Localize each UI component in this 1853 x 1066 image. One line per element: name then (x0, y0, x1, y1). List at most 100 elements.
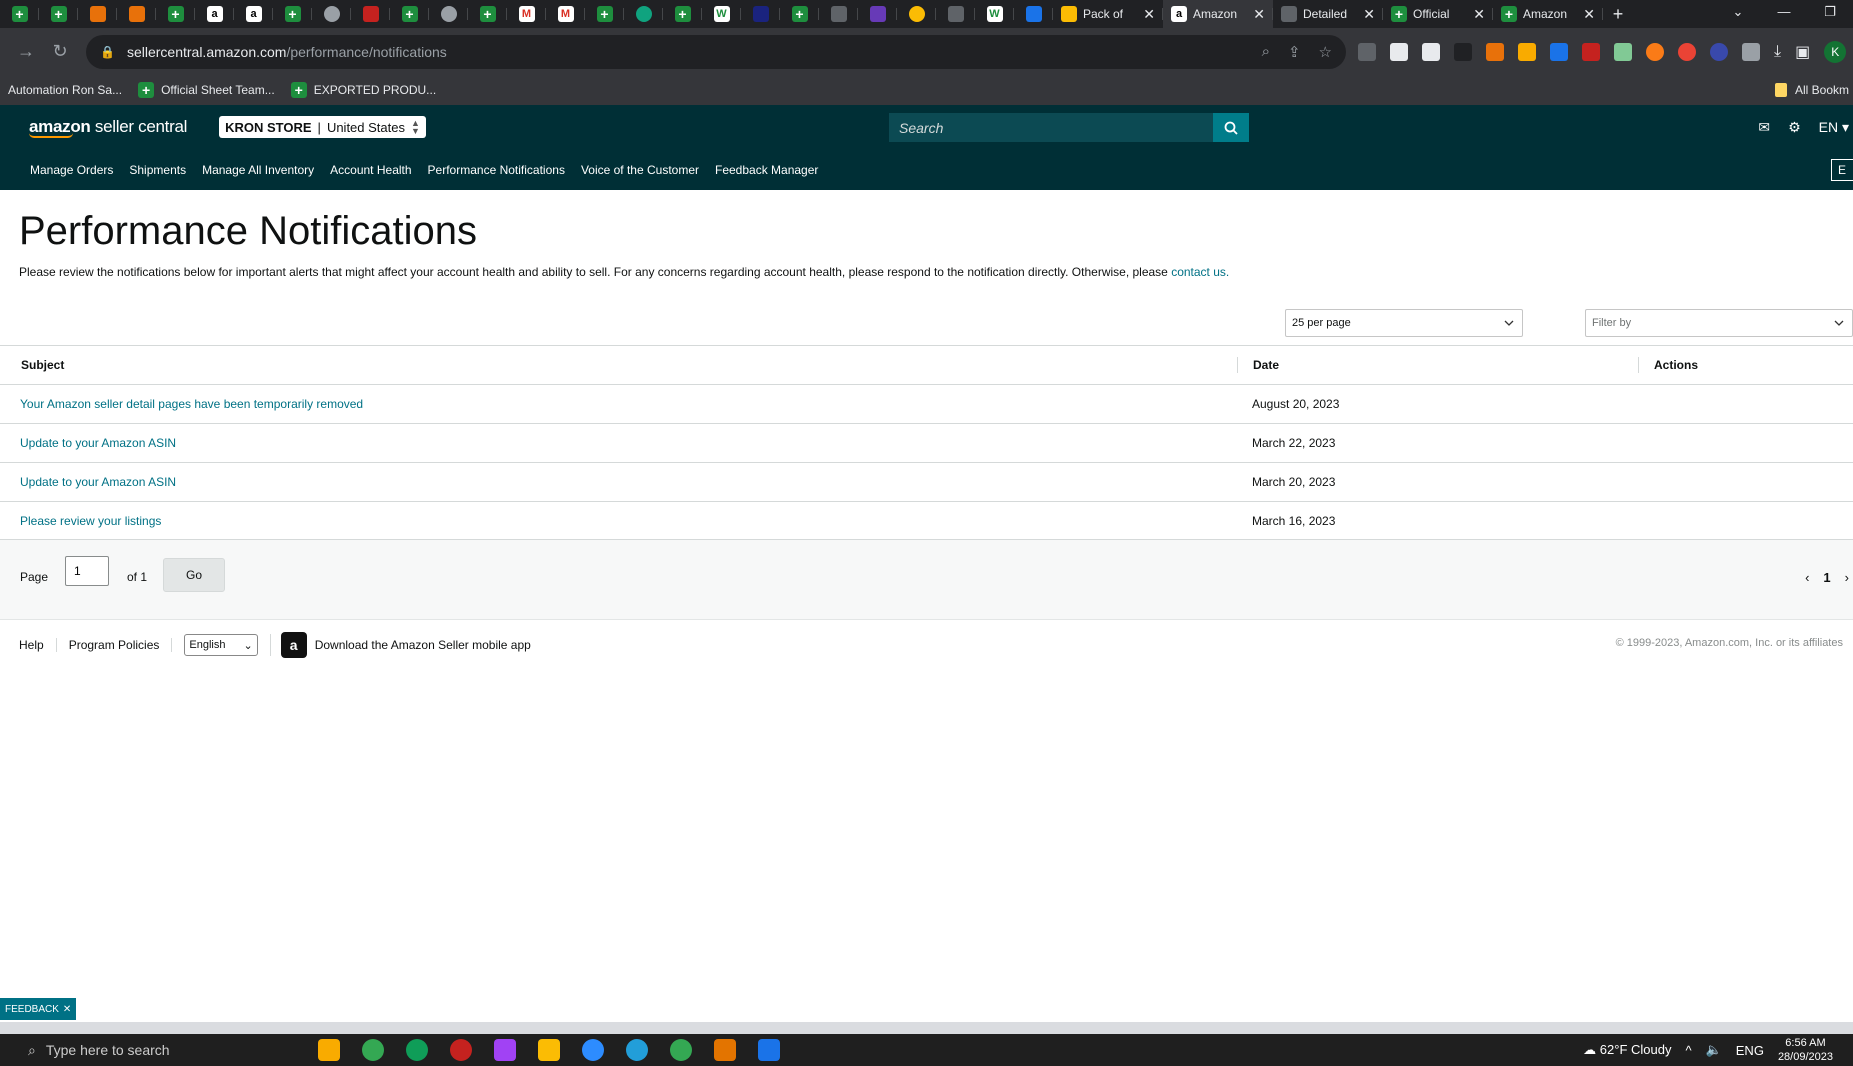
pinned-tab[interactable] (936, 0, 975, 28)
close-icon[interactable]: ✕ (63, 1004, 71, 1015)
extension-icon[interactable] (1678, 42, 1696, 61)
search-input[interactable] (889, 113, 1213, 142)
pinned-tab[interactable] (780, 0, 819, 28)
nav-performance-notifications[interactable]: Performance Notifications (428, 163, 565, 177)
contact-us-link[interactable]: contact us. (1171, 265, 1229, 279)
app-icon[interactable] (450, 1039, 472, 1061)
download-app-link[interactable]: Download the Amazon Seller mobile app (315, 638, 531, 652)
reload-icon[interactable]: ↻ (46, 41, 74, 62)
restore-icon[interactable]: ❐ (1807, 0, 1853, 28)
pinned-tab[interactable]: a (234, 0, 273, 28)
pinned-tab[interactable] (390, 0, 429, 28)
pinned-tab[interactable] (819, 0, 858, 28)
download-icon[interactable]: ⤓ (1774, 43, 1781, 61)
page-number-input[interactable] (65, 556, 109, 586)
nav-shipments[interactable]: Shipments (129, 163, 186, 177)
pinned-tab[interactable] (351, 0, 390, 28)
extension-js-icon[interactable] (1486, 42, 1504, 61)
bookmark-item[interactable]: EXPORTED PRODU... (290, 82, 436, 98)
extension-off-icon[interactable] (1358, 42, 1376, 61)
minimize-icon[interactable]: — (1761, 0, 1807, 28)
share-icon[interactable]: ⇪ (1288, 43, 1301, 61)
calculator-icon[interactable] (758, 1039, 780, 1061)
telegram-icon[interactable] (626, 1039, 648, 1061)
pinned-tab[interactable] (39, 0, 78, 28)
browser-tab[interactable]: Pack of ✕ (1053, 0, 1163, 28)
puzzle-icon[interactable] (1742, 42, 1760, 61)
pinned-tab[interactable] (663, 0, 702, 28)
app-icon[interactable] (494, 1039, 516, 1061)
pinned-tab[interactable] (0, 0, 39, 28)
chrome-icon[interactable] (670, 1039, 692, 1061)
lock-icon[interactable]: 🔒 (100, 45, 115, 59)
extension-icon[interactable] (1390, 42, 1408, 61)
browser-tab[interactable]: Detailed ✕ (1273, 0, 1383, 28)
extension-icon[interactable] (1614, 42, 1632, 61)
pinned-tab[interactable] (624, 0, 663, 28)
clock[interactable]: 6:56 AM 28/09/2023 (1778, 1036, 1833, 1064)
app-icon[interactable] (714, 1039, 736, 1061)
bookmark-item[interactable]: Automation Ron Sa... (8, 83, 122, 97)
search-button[interactable] (1213, 113, 1249, 142)
pinned-tab[interactable]: M (507, 0, 546, 28)
program-policies-link[interactable]: Program Policies (69, 638, 173, 652)
extension-icon[interactable] (1550, 42, 1568, 61)
profile-avatar[interactable]: K (1824, 40, 1847, 63)
bookmark-item[interactable]: Official Sheet Team... (138, 82, 275, 98)
close-icon[interactable]: ✕ (1363, 6, 1375, 23)
forward-icon[interactable]: → (12, 41, 40, 62)
nav-voice-of-the-customer[interactable]: Voice of the Customer (581, 163, 699, 177)
file-explorer-icon[interactable] (318, 1039, 340, 1061)
edit-nav-button[interactable]: E (1831, 159, 1853, 181)
pinned-tab[interactable] (78, 0, 117, 28)
chevron-right-icon[interactable]: › (1845, 570, 1849, 585)
mail-icon[interactable]: ✉ (1758, 119, 1770, 136)
tab-search-icon[interactable]: ⌄ (1715, 0, 1761, 28)
extension-icon[interactable] (1422, 42, 1440, 61)
extension-icon[interactable] (1454, 42, 1472, 61)
close-icon[interactable]: ✕ (1473, 6, 1485, 23)
nav-account-health[interactable]: Account Health (330, 163, 411, 177)
sticky-notes-icon[interactable] (538, 1039, 560, 1061)
browser-tab[interactable]: Amazon ✕ (1493, 0, 1603, 28)
pinned-tab[interactable]: a (195, 0, 234, 28)
pinned-tab[interactable] (897, 0, 936, 28)
volume-icon[interactable]: 🔈 (1706, 1042, 1722, 1058)
nav-feedback-manager[interactable]: Feedback Manager (715, 163, 818, 177)
extension-icon[interactable] (1710, 42, 1728, 61)
store-selector[interactable]: KRON STORE | United States ▲ ▼ (219, 116, 426, 138)
pinned-tab[interactable] (858, 0, 897, 28)
feedback-button[interactable]: FEEDBACK ✕ (0, 998, 77, 1020)
footer-language-select[interactable]: English ⌄ (184, 634, 258, 656)
gear-icon[interactable]: ⚙ (1788, 119, 1801, 136)
sidepanel-icon[interactable]: ▣ (1795, 42, 1810, 62)
pinned-tab[interactable]: M (546, 0, 585, 28)
pinned-tab[interactable] (312, 0, 351, 28)
nav-manage-orders[interactable]: Manage Orders (30, 163, 113, 177)
extension-icon[interactable] (1518, 42, 1536, 61)
pinned-tab[interactable] (117, 0, 156, 28)
notification-subject-link[interactable]: Update to your Amazon ASIN (20, 436, 176, 450)
chevron-up-icon[interactable]: ^ (1685, 1043, 1691, 1058)
zoom-icon[interactable] (582, 1039, 604, 1061)
input-language[interactable]: ENG (1736, 1043, 1764, 1058)
extension-icon[interactable] (1582, 42, 1600, 61)
all-bookmarks[interactable]: All Bookm (1774, 83, 1853, 97)
close-icon[interactable]: ✕ (1143, 6, 1155, 23)
address-bar[interactable]: 🔒 sellercentral.amazon.com/performance/n… (86, 34, 1346, 69)
pinned-tab[interactable] (468, 0, 507, 28)
close-icon[interactable]: ✕ (1253, 6, 1265, 23)
extension-icon[interactable] (1646, 42, 1664, 61)
pinned-tab[interactable] (1014, 0, 1053, 28)
chrome-icon[interactable] (362, 1039, 384, 1061)
close-icon[interactable]: ✕ (1583, 6, 1595, 23)
help-link[interactable]: Help (19, 638, 57, 652)
pinned-tab[interactable]: W (702, 0, 741, 28)
pinned-tab[interactable] (741, 0, 780, 28)
star-icon[interactable]: ☆ (1319, 43, 1332, 61)
nav-manage-all-inventory[interactable]: Manage All Inventory (202, 163, 314, 177)
notification-subject-link[interactable]: Update to your Amazon ASIN (20, 475, 176, 489)
notification-subject-link[interactable]: Please review your listings (20, 514, 161, 528)
horizontal-scrollbar[interactable] (0, 1022, 1853, 1034)
language-selector[interactable]: EN ▾ (1819, 119, 1849, 136)
